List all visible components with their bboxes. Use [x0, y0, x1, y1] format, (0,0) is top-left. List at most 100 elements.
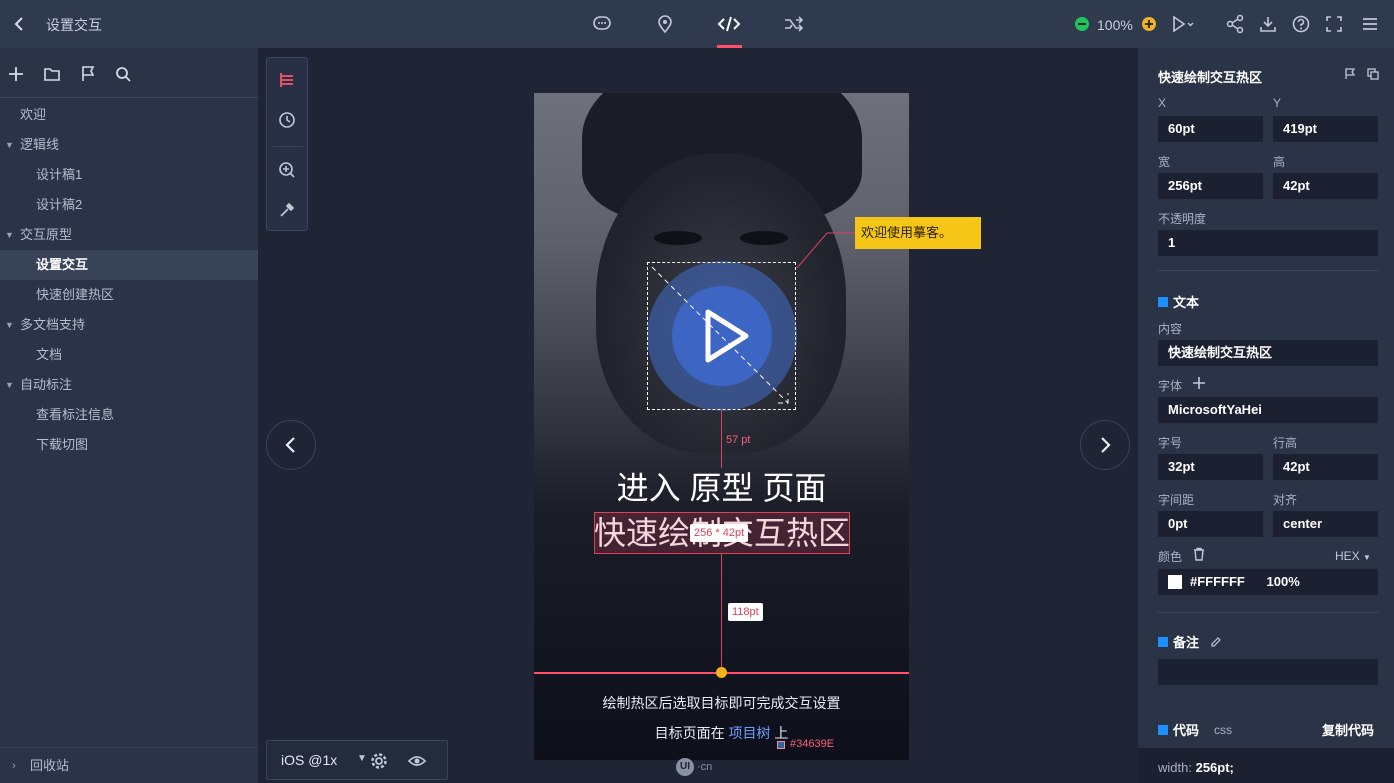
tree-item-set-interaction[interactable]: 设置交互: [0, 250, 258, 280]
recycle-bin[interactable]: › 回收站: [0, 747, 258, 783]
tree-item-prototype[interactable]: ▼ 交互原型: [0, 220, 258, 250]
edit-pencil-icon[interactable]: [1210, 636, 1222, 648]
font-field[interactable]: MicrosoftYaHei: [1158, 397, 1378, 423]
page-title: 设置交互: [46, 17, 102, 33]
prev-page-button[interactable]: [266, 420, 316, 470]
toolbar-divider: [273, 146, 303, 147]
flag-icon[interactable]: [1344, 68, 1356, 80]
add-font-icon[interactable]: [1192, 376, 1206, 390]
shuffle-icon[interactable]: [782, 12, 806, 36]
canvas-area: 57 pt 进入 原型 页面 快速绘制交互热区 256 * 42pt 118pt…: [258, 48, 1138, 783]
add-icon[interactable]: [4, 62, 28, 86]
caret-down-icon[interactable]: ▼: [5, 220, 14, 250]
color-mode-select[interactable]: HEX ▼: [1335, 549, 1371, 563]
align-field[interactable]: center: [1273, 511, 1378, 537]
tree-item-design-2[interactable]: 设计稿2: [0, 190, 258, 220]
tree-item-label: 自动标注: [20, 377, 73, 392]
history-icon[interactable]: [275, 108, 299, 132]
menu-icon[interactable]: [1358, 12, 1382, 36]
page-tree: 欢迎 ▼ 逻辑线 设计稿1 设计稿2 ▼ 交互原型 设置交互 快速创建热区 ▼ 多文档…: [0, 100, 258, 460]
zoom-out-button[interactable]: [1075, 17, 1089, 31]
layers-icon[interactable]: [275, 68, 299, 92]
trash-icon[interactable]: [1192, 547, 1206, 561]
sidebar-toolbar: [0, 48, 258, 98]
folder-icon[interactable]: [40, 62, 64, 86]
guide-handle[interactable]: [716, 667, 727, 678]
settings-icon[interactable]: [367, 749, 391, 773]
section-marker: [1158, 296, 1168, 307]
footer-prefix: 目标页面在: [654, 725, 725, 741]
align-label: 对齐: [1273, 493, 1298, 507]
zoom-search-icon[interactable]: [275, 158, 299, 182]
photo-eye-right: [740, 231, 788, 245]
caret-down-icon[interactable]: ▼: [5, 370, 14, 400]
tree-item-download-slices[interactable]: 下载切图: [0, 430, 258, 460]
tree-item-welcome[interactable]: 欢迎: [0, 100, 258, 130]
next-page-button[interactable]: [1080, 420, 1130, 470]
content-field[interactable]: 快速绘制交互热区: [1158, 340, 1378, 366]
location-pin-icon[interactable]: [653, 12, 677, 36]
color-opacity-value: 100%: [1266, 574, 1300, 589]
note-field[interactable]: [1158, 659, 1378, 685]
chevron-left-icon: [285, 437, 295, 453]
font-size-label: 字号: [1158, 436, 1183, 450]
help-icon[interactable]: [1289, 12, 1313, 36]
code-icon[interactable]: [717, 12, 741, 36]
footer-suffix: 上: [774, 725, 789, 741]
flag-icon[interactable]: [76, 62, 100, 86]
fullscreen-icon[interactable]: [1322, 12, 1346, 36]
preview-eye-icon[interactable]: [405, 749, 429, 773]
width-field[interactable]: 256pt: [1158, 173, 1263, 199]
distance-bottom-badge: 118pt: [728, 603, 763, 621]
chevron-right-icon: [1101, 437, 1111, 453]
tree-item-label: 设计稿2: [36, 197, 83, 212]
welcome-tooltip[interactable]: 欢迎使用摹客。: [855, 217, 981, 249]
x-field[interactable]: 60pt: [1158, 116, 1263, 142]
copy-code-button[interactable]: 复制代码: [1322, 720, 1374, 739]
distance-top-label: 57 pt: [726, 434, 751, 446]
tree-item-logic-line[interactable]: ▼ 逻辑线: [0, 130, 258, 160]
play-icon[interactable]: [1170, 12, 1194, 36]
page-tree-sidebar: 欢迎 ▼ 逻辑线 设计稿1 设计稿2 ▼ 交互原型 设置交互 快速创建热区 ▼ 多文档…: [0, 48, 258, 783]
search-icon[interactable]: [111, 62, 135, 86]
selected-hotspot-outline[interactable]: [647, 262, 796, 410]
screen-footer-line1: 绘制热区后选取目标即可完成交互设置: [602, 695, 841, 711]
tree-item-auto-annotation[interactable]: ▼ 自动标注: [0, 370, 258, 400]
zoom-in-button[interactable]: [1142, 17, 1156, 31]
tree-item-view-annotation[interactable]: 查看标注信息: [0, 400, 258, 430]
color-swatch[interactable]: [1168, 575, 1182, 589]
tree-item-multi-doc[interactable]: ▼ 多文档支持: [0, 310, 258, 340]
project-tree-link[interactable]: 项目树: [729, 725, 771, 741]
caret-down-icon[interactable]: ▼: [5, 130, 14, 160]
line-height-field[interactable]: 42pt: [1273, 454, 1378, 480]
tree-item-label: 欢迎: [20, 107, 47, 122]
caret-right-icon[interactable]: ›: [12, 748, 16, 783]
tree-item-label: 交互原型: [20, 227, 73, 242]
note-section-title: 备注: [1173, 635, 1200, 650]
caret-down-icon[interactable]: ▼: [5, 310, 14, 340]
share-icon[interactable]: [1223, 12, 1247, 36]
tree-item-label: 快速创建热区: [36, 287, 115, 302]
opacity-field[interactable]: 1: [1158, 230, 1378, 256]
measure-line-bottom: [721, 554, 722, 672]
tree-item-quick-hotspot[interactable]: 快速创建热区: [0, 280, 258, 310]
letter-spacing-field[interactable]: 0pt: [1158, 511, 1263, 537]
copy-icon[interactable]: [1367, 68, 1379, 80]
letter-spacing-label: 字间距: [1158, 493, 1195, 507]
tree-item-document[interactable]: 文档: [0, 340, 258, 370]
tree-item-design-1[interactable]: 设计稿1: [0, 160, 258, 190]
measure-line-top: [721, 410, 722, 468]
caret-down-icon[interactable]: ▼: [357, 753, 367, 764]
download-icon[interactable]: [1256, 12, 1280, 36]
color-field[interactable]: #FFFFFF 100%: [1158, 569, 1378, 595]
y-field[interactable]: 419pt: [1273, 116, 1378, 142]
color-label: 颜色: [1158, 550, 1183, 564]
comment-icon[interactable]: [590, 12, 614, 36]
panel-divider: [1158, 612, 1378, 613]
height-field[interactable]: 42pt: [1273, 173, 1378, 199]
eyedropper-icon[interactable]: [275, 198, 299, 222]
font-size-field[interactable]: 32pt: [1158, 454, 1263, 480]
back-icon[interactable]: [12, 14, 26, 34]
font-label: 字体: [1158, 379, 1183, 393]
device-select[interactable]: iOS @1x: [281, 752, 337, 768]
